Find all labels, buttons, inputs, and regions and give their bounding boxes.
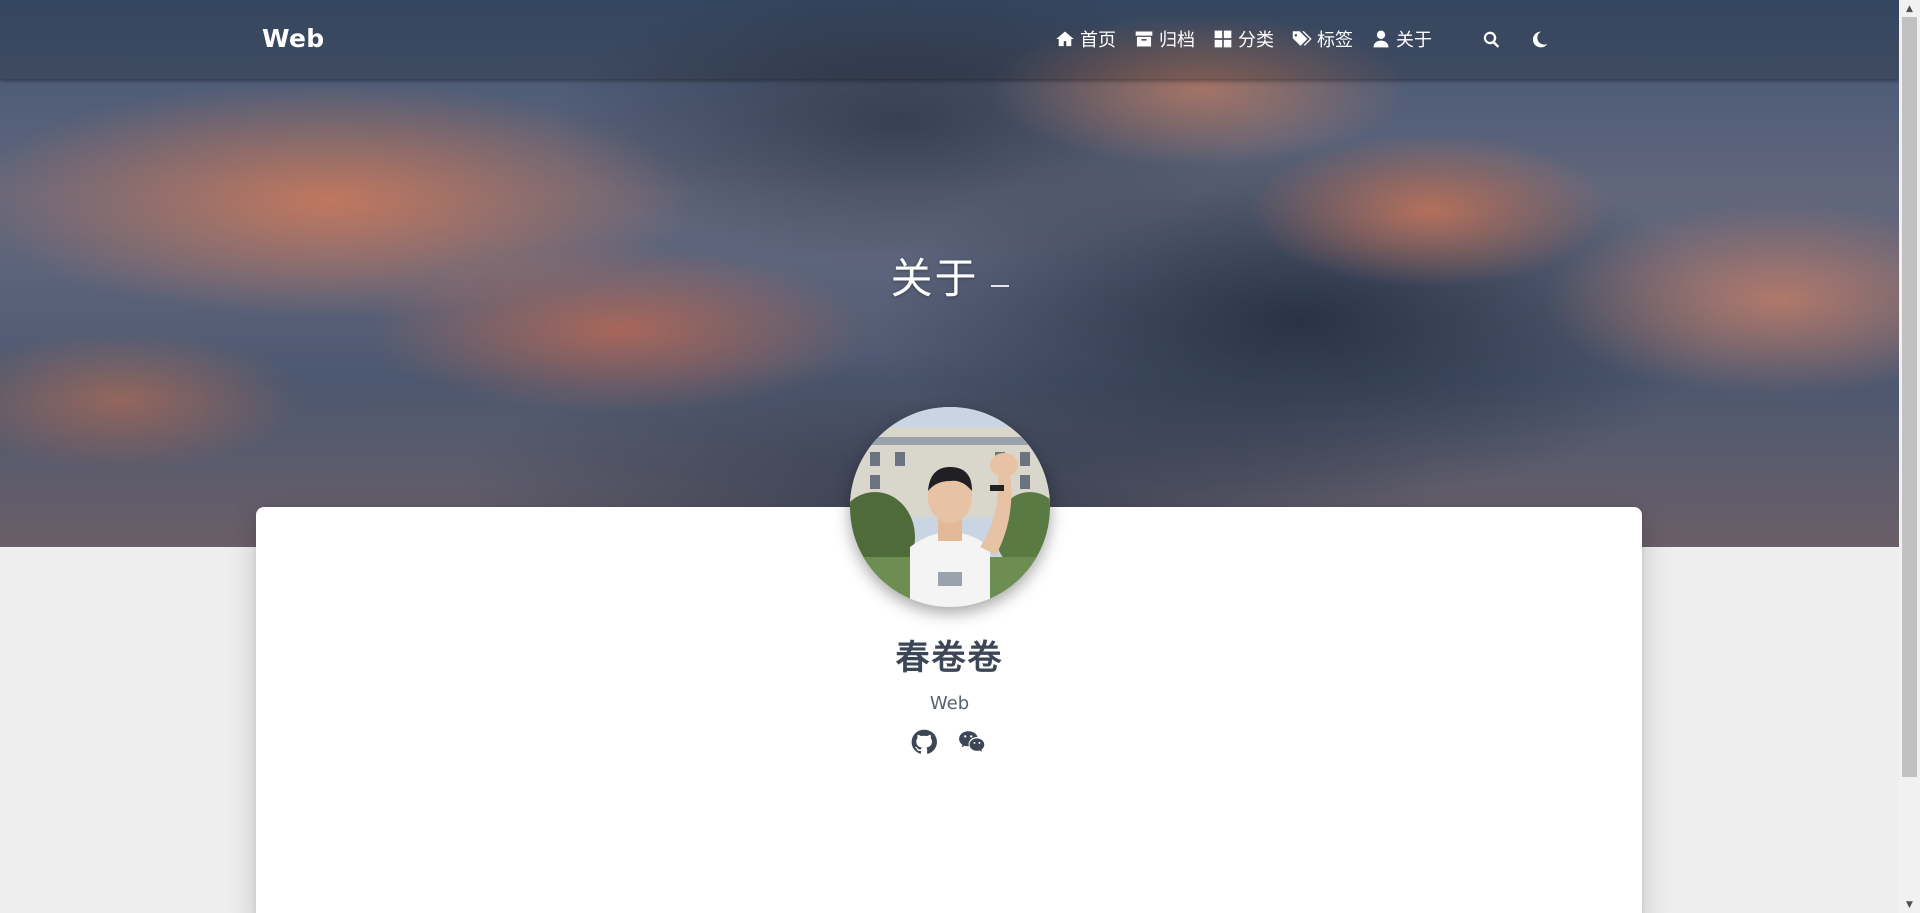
page: Web 首页 归档 分类 标签 关于 关于 春卷卷 Web ▲ ▼ — [0, 0, 1920, 913]
scroll-thumb[interactable] — [1902, 17, 1917, 777]
search-icon — [1483, 31, 1499, 48]
user-icon — [1373, 30, 1389, 48]
wechat-link[interactable] — [958, 728, 986, 756]
social-links — [910, 728, 986, 756]
page-title: 关于 — [0, 245, 1899, 306]
search-button[interactable] — [1476, 24, 1506, 54]
moon-icon — [1532, 31, 1547, 47]
nav-item-label: 分类 — [1238, 30, 1274, 51]
nav-item-tags[interactable]: 标签 — [1292, 26, 1353, 52]
nav-menu: 首页 归档 分类 标签 关于 — [1055, 22, 1554, 56]
page-title-text: 关于 — [890, 254, 979, 303]
tags-icon — [1292, 31, 1312, 46]
profile-name: 春卷卷 — [895, 638, 1004, 678]
nav-item-archive[interactable]: 归档 — [1134, 26, 1195, 52]
avatar-photo — [850, 407, 1050, 607]
archive-icon — [1135, 31, 1153, 47]
nav-item-about[interactable]: 关于 — [1371, 26, 1432, 52]
profile-subtitle: Web — [929, 693, 970, 714]
nav-item-label: 首页 — [1080, 30, 1116, 51]
wechat-icon — [959, 731, 985, 752]
scroll-down-arrow[interactable]: ▼ — [1899, 896, 1920, 913]
nav-item-label: 关于 — [1396, 30, 1432, 51]
brand-logo[interactable]: Web — [262, 24, 324, 53]
github-link[interactable] — [910, 728, 938, 756]
theme-toggle-button[interactable] — [1524, 24, 1554, 54]
avatar — [850, 407, 1050, 607]
github-icon — [911, 729, 937, 754]
nav-item-label: 标签 — [1317, 30, 1353, 51]
nav-item-home[interactable]: 首页 — [1055, 26, 1116, 52]
nav-item-label: 归档 — [1159, 30, 1195, 51]
th-large-icon — [1214, 30, 1232, 48]
home-icon — [1056, 31, 1074, 47]
typing-cursor — [990, 285, 1009, 287]
nav-item-categories[interactable]: 分类 — [1213, 26, 1274, 52]
navbar: Web 首页 归档 分类 标签 关于 — [0, 0, 1899, 79]
scroll-up-arrow[interactable]: ▲ — [1899, 0, 1920, 17]
vertical-scrollbar[interactable]: ▲ ▼ — [1899, 0, 1920, 913]
